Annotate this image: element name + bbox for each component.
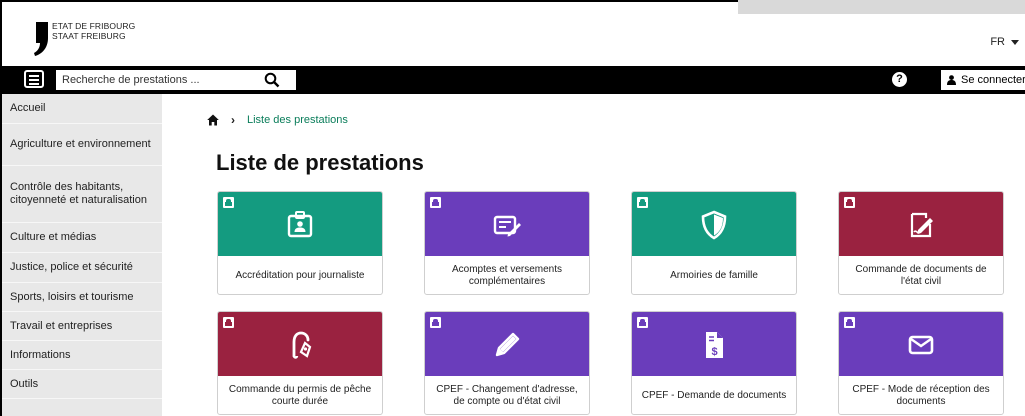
- card-label: CPEF - Mode de réception des documents: [852, 384, 990, 407]
- sidebar-item-label: Sports, loisirs et tourisme: [10, 290, 134, 303]
- envelope-icon: [908, 335, 934, 355]
- card-label: CPEF - Demande de documents: [641, 390, 787, 401]
- card-band: [425, 192, 589, 256]
- service-card[interactable]: Acomptes et versements complémentaires: [424, 191, 590, 295]
- shield-icon: [701, 210, 727, 240]
- service-card[interactable]: Commande du permis de pêche courte durée: [217, 311, 383, 415]
- sidebar-item-label: Agriculture et environnement: [10, 138, 151, 150]
- card-band: [839, 192, 1003, 256]
- fribourg-logo-icon[interactable]: [34, 22, 48, 56]
- service-card[interactable]: $ CPEF - Demande de documents: [631, 311, 797, 415]
- lock-icon: [844, 317, 855, 328]
- lock-icon: [430, 197, 441, 208]
- sidebar-item-informations[interactable]: Informations: [2, 341, 162, 370]
- sidebar: Accueil Agriculture et environnement Con…: [2, 94, 162, 416]
- search-input[interactable]: [56, 70, 256, 90]
- sidebar-item-outils[interactable]: Outils: [2, 370, 162, 399]
- breadcrumb-separator-icon: ›: [231, 113, 235, 127]
- menu-line-icon: [29, 83, 39, 85]
- sidebar-item-sports[interactable]: Sports, loisirs et tourisme: [2, 283, 162, 312]
- card-band: [218, 312, 382, 376]
- site-header: ETAT DE FRIBOURG STAAT FREIBURG FR: [2, 14, 1025, 66]
- signature-icon: [910, 212, 933, 238]
- menu-line-icon: [29, 75, 39, 77]
- svg-text:$: $: [711, 346, 717, 358]
- lock-icon: [844, 197, 855, 208]
- login-label: Se connecter: [961, 74, 1025, 86]
- service-card[interactable]: CPEF - Changement d'adresse, de compte o…: [424, 311, 590, 415]
- breadcrumb: › Liste des prestations: [207, 113, 348, 127]
- language-label: FR: [990, 36, 1005, 48]
- sidebar-item-agriculture[interactable]: Agriculture et environnement: [2, 124, 162, 166]
- card-label: Commande du permis de pêche courte durée: [228, 384, 372, 407]
- help-button[interactable]: ?: [892, 72, 907, 87]
- sidebar-item-label: Outils: [10, 377, 39, 390]
- card-label: Accréditation pour journaliste: [235, 270, 365, 281]
- sidebar-item-label: Travail et entreprises: [10, 319, 113, 332]
- search-bar: ? Se connecter: [2, 66, 1025, 94]
- login-button[interactable]: Se connecter: [941, 70, 1025, 90]
- card-label: Armoiries de famille: [670, 270, 758, 281]
- card-band: [218, 192, 382, 256]
- page-title: Liste de prestations: [216, 150, 424, 175]
- lock-icon: [637, 317, 648, 328]
- home-icon[interactable]: [207, 114, 219, 126]
- sidebar-item-controle-habitants[interactable]: Contrôle des habitants, citoyenneté et n…: [2, 166, 162, 223]
- sidebar-item-label: Culture et médias: [10, 231, 97, 243]
- pencil-icon: [495, 332, 520, 357]
- card-band: [632, 192, 796, 256]
- language-selector[interactable]: FR: [990, 36, 1019, 48]
- menu-button[interactable]: [24, 70, 44, 88]
- logo-line-1: ETAT DE FRIBOURG: [52, 21, 136, 31]
- service-card[interactable]: CPEF - Mode de réception des documents: [838, 311, 1004, 415]
- edit-document-icon: [493, 215, 521, 237]
- fishing-hook-icon: [292, 331, 312, 359]
- sidebar-item-justice[interactable]: Justice, police et sécurité: [2, 253, 162, 283]
- id-badge-icon: [287, 211, 313, 238]
- card-band: [839, 312, 1003, 376]
- sidebar-item-label: Justice, police et sécurité: [10, 261, 133, 273]
- card-band: [425, 312, 589, 376]
- card-label: Commande de documents de l'état civil: [855, 264, 987, 287]
- card-label: Acomptes et versements complémentaires: [451, 264, 563, 287]
- card-label: CPEF - Changement d'adresse, de compte o…: [436, 384, 578, 407]
- lock-icon: [223, 197, 234, 208]
- lock-icon: [430, 317, 441, 328]
- breadcrumb-current[interactable]: Liste des prestations: [247, 114, 348, 126]
- logo-text: ETAT DE FRIBOURG STAAT FREIBURG: [52, 21, 135, 41]
- service-card[interactable]: Armoiries de famille: [631, 191, 797, 295]
- sidebar-item-label: Informations: [10, 348, 71, 361]
- invoice-dollar-icon: $: [706, 332, 723, 358]
- sidebar-item-culture[interactable]: Culture et médias: [2, 223, 162, 253]
- top-gray-strip: [738, 0, 1025, 14]
- chevron-down-icon: [1011, 39, 1019, 45]
- sidebar-item-label: Contrôle des habitants, citoyenneté et n…: [10, 181, 147, 206]
- service-card[interactable]: Accréditation pour journaliste: [217, 191, 383, 295]
- menu-line-icon: [29, 79, 39, 81]
- user-icon: [947, 75, 956, 85]
- search-icon[interactable]: [264, 72, 280, 88]
- lock-icon: [223, 317, 234, 328]
- sidebar-item-accueil[interactable]: Accueil: [2, 94, 162, 124]
- logo-line-2: STAAT FREIBURG: [52, 31, 126, 41]
- sidebar-item-travail[interactable]: Travail et entreprises: [2, 312, 162, 341]
- sidebar-item-label: Accueil: [10, 102, 46, 114]
- lock-icon: [637, 197, 648, 208]
- search-box: [56, 70, 296, 90]
- service-card[interactable]: Commande de documents de l'état civil: [838, 191, 1004, 295]
- card-band: $: [632, 312, 796, 376]
